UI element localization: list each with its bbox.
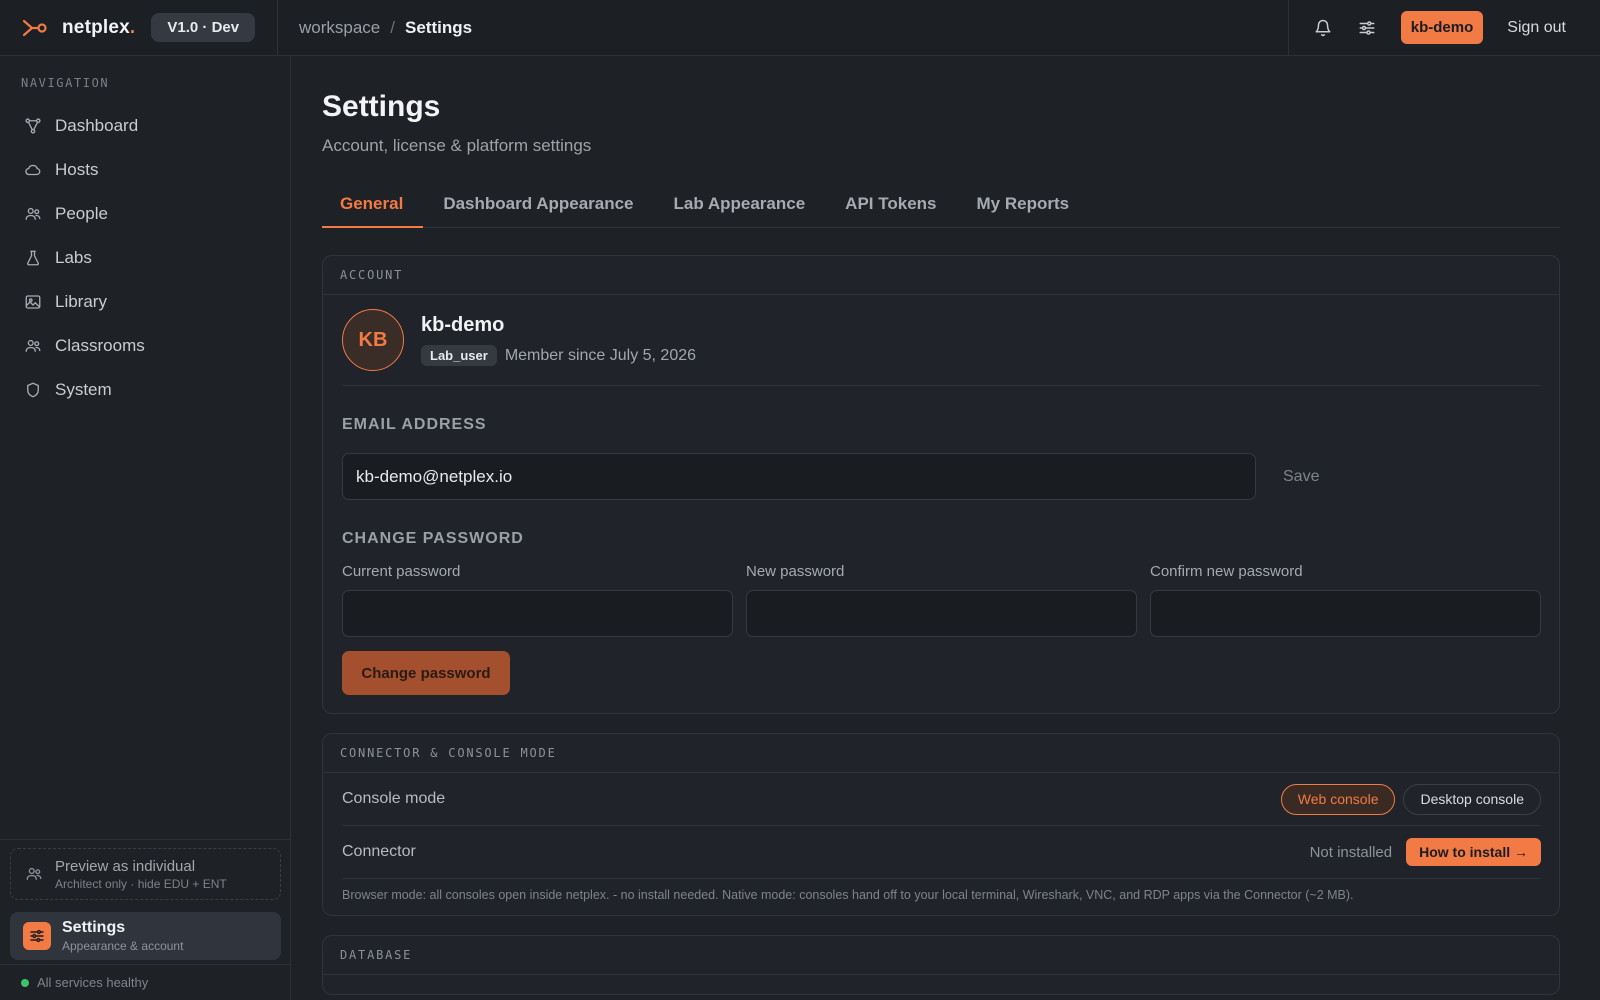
notifications-button[interactable] xyxy=(1311,16,1335,40)
preview-as-individual-button[interactable]: Preview as individual Architect only · h… xyxy=(10,848,281,900)
account-card-header: ACCOUNT xyxy=(323,256,1559,295)
health-label: All services healthy xyxy=(37,975,149,990)
new-password-input[interactable] xyxy=(746,590,1137,637)
main-content: Settings Account, license & platform set… xyxy=(322,56,1560,995)
tab-my-reports[interactable]: My Reports xyxy=(957,182,1090,227)
web-console-button[interactable]: Web console xyxy=(1280,783,1396,815)
profile-summary: KB kb-demo Lab_user Member since July 5,… xyxy=(342,295,1541,386)
sidebar-item-system[interactable]: System xyxy=(0,368,290,412)
how-to-install-button[interactable]: How to install → xyxy=(1406,838,1541,866)
netplex-logo-icon xyxy=(22,19,47,36)
sidebar-item-dashboard[interactable]: Dashboard xyxy=(0,104,290,148)
console-mode-toggle: Web console Desktop console xyxy=(1273,783,1541,815)
sliders-icon xyxy=(30,929,44,943)
save-email-button[interactable]: Save xyxy=(1283,468,1319,486)
tab-general[interactable]: General xyxy=(322,182,424,228)
sidebar-footer: Preview as individual Architect only · h… xyxy=(0,839,291,1000)
connector-status: Not installed xyxy=(1309,843,1393,861)
confirm-password-label: Confirm new password xyxy=(1150,563,1303,580)
graph-nodes-icon xyxy=(25,118,41,134)
database-card-header: DATABASE xyxy=(323,936,1559,975)
breadcrumb: workspace / Settings xyxy=(278,18,1288,38)
console-mode-note: Browser mode: all consoles open inside n… xyxy=(342,888,1354,902)
sidebar-item-label: System xyxy=(55,380,112,399)
current-password-label: Current password xyxy=(342,563,461,580)
people-icon xyxy=(26,867,42,880)
connector-row: Connector Not installed How to install → xyxy=(342,826,1541,879)
settings-icon-box xyxy=(23,922,51,950)
settings-subtitle: Appearance & account xyxy=(62,939,184,953)
desktop-console-button[interactable]: Desktop console xyxy=(1403,783,1541,815)
sidebar: NAVIGATION Dashboard Hosts People Labs L… xyxy=(0,56,291,1000)
settings-tabs: General Dashboard Appearance Lab Appeara… xyxy=(322,182,1560,228)
database-card: DATABASE xyxy=(322,935,1560,995)
sliders-icon xyxy=(1359,20,1375,35)
top-actions: kb-demo Sign out xyxy=(1287,0,1600,56)
confirm-password-input[interactable] xyxy=(1150,590,1541,637)
preview-subtitle: Architect only · hide EDU + ENT xyxy=(55,876,227,891)
email-input[interactable] xyxy=(342,453,1256,500)
connector-card-header: CONNECTOR & CONSOLE MODE xyxy=(323,734,1559,773)
sidebar-item-library[interactable]: Library xyxy=(0,280,290,324)
settings-title: Settings xyxy=(62,919,126,936)
breadcrumb-current: Settings xyxy=(405,17,473,37)
cloud-icon xyxy=(25,164,41,176)
breadcrumb-workspace[interactable]: workspace xyxy=(299,18,380,38)
avatar: KB xyxy=(342,309,404,371)
new-password-label: New password xyxy=(746,563,845,580)
current-password-input[interactable] xyxy=(342,590,733,637)
sidebar-item-label: People xyxy=(55,204,108,223)
sidebar-item-label: Dashboard xyxy=(55,116,139,135)
role-badge: Lab_user xyxy=(421,345,497,366)
shield-icon xyxy=(27,382,39,398)
user-chip[interactable]: kb-demo xyxy=(1400,11,1484,44)
health-dot-icon xyxy=(21,978,29,987)
flask-icon xyxy=(27,250,39,266)
sidebar-bottom: Preview as individual Architect only · h… xyxy=(0,839,291,1000)
sign-out-button[interactable]: Sign out xyxy=(1507,19,1566,37)
tab-api-tokens[interactable]: API Tokens xyxy=(825,182,956,227)
account-card: ACCOUNT KB kb-demo Lab_user Member since… xyxy=(322,255,1560,714)
sidebar-item-label: Hosts xyxy=(55,160,99,179)
connector-card: CONNECTOR & CONSOLE MODE Console mode We… xyxy=(322,733,1560,916)
preview-title: Preview as individual xyxy=(55,857,196,875)
page-subtitle: Account, license & platform settings xyxy=(322,136,592,155)
password-section-label: CHANGE PASSWORD xyxy=(342,530,524,547)
sidebar-item-label: Classrooms xyxy=(55,336,145,355)
bell-icon xyxy=(1315,19,1331,36)
console-mode-row: Console mode Web console Desktop console xyxy=(342,773,1541,826)
health-status: All services healthy xyxy=(0,964,291,1000)
nav-list: Dashboard Hosts People Labs Library Clas… xyxy=(0,104,290,412)
image-icon xyxy=(25,295,41,309)
sidebar-item-classrooms[interactable]: Classrooms xyxy=(0,324,290,368)
sidebar-item-people[interactable]: People xyxy=(0,192,290,236)
preferences-button[interactable] xyxy=(1355,16,1379,40)
sidebar-item-labs[interactable]: Labs xyxy=(0,236,290,280)
profile-username: kb-demo xyxy=(421,314,505,336)
people-icon xyxy=(25,207,41,220)
brand-name: netplex. xyxy=(62,16,136,38)
version-badge[interactable]: V1.0 · Dev xyxy=(151,13,256,42)
sidebar-item-settings[interactable]: Settings Appearance & account xyxy=(10,912,281,960)
users-icon xyxy=(25,339,41,352)
member-since: Member since July 5, 2026 xyxy=(504,346,697,364)
nav-heading: NAVIGATION xyxy=(21,76,110,90)
console-mode-label: Console mode xyxy=(342,790,446,807)
connector-label: Connector xyxy=(342,843,416,860)
page-title: Settings xyxy=(322,90,441,123)
sidebar-item-hosts[interactable]: Hosts xyxy=(0,148,290,192)
tab-lab-appearance[interactable]: Lab Appearance xyxy=(654,182,826,227)
change-password-button[interactable]: Change password xyxy=(342,651,510,695)
email-section-label: EMAIL ADDRESS xyxy=(342,416,487,433)
brand[interactable]: netplex. V1.0 · Dev xyxy=(0,0,278,56)
breadcrumb-separator: / xyxy=(390,17,395,37)
sidebar-item-label: Library xyxy=(55,292,107,311)
sidebar-item-label: Labs xyxy=(55,248,92,267)
top-bar: netplex. V1.0 · Dev workspace / Settings… xyxy=(0,0,1600,56)
tab-dashboard-appearance[interactable]: Dashboard Appearance xyxy=(423,182,653,227)
